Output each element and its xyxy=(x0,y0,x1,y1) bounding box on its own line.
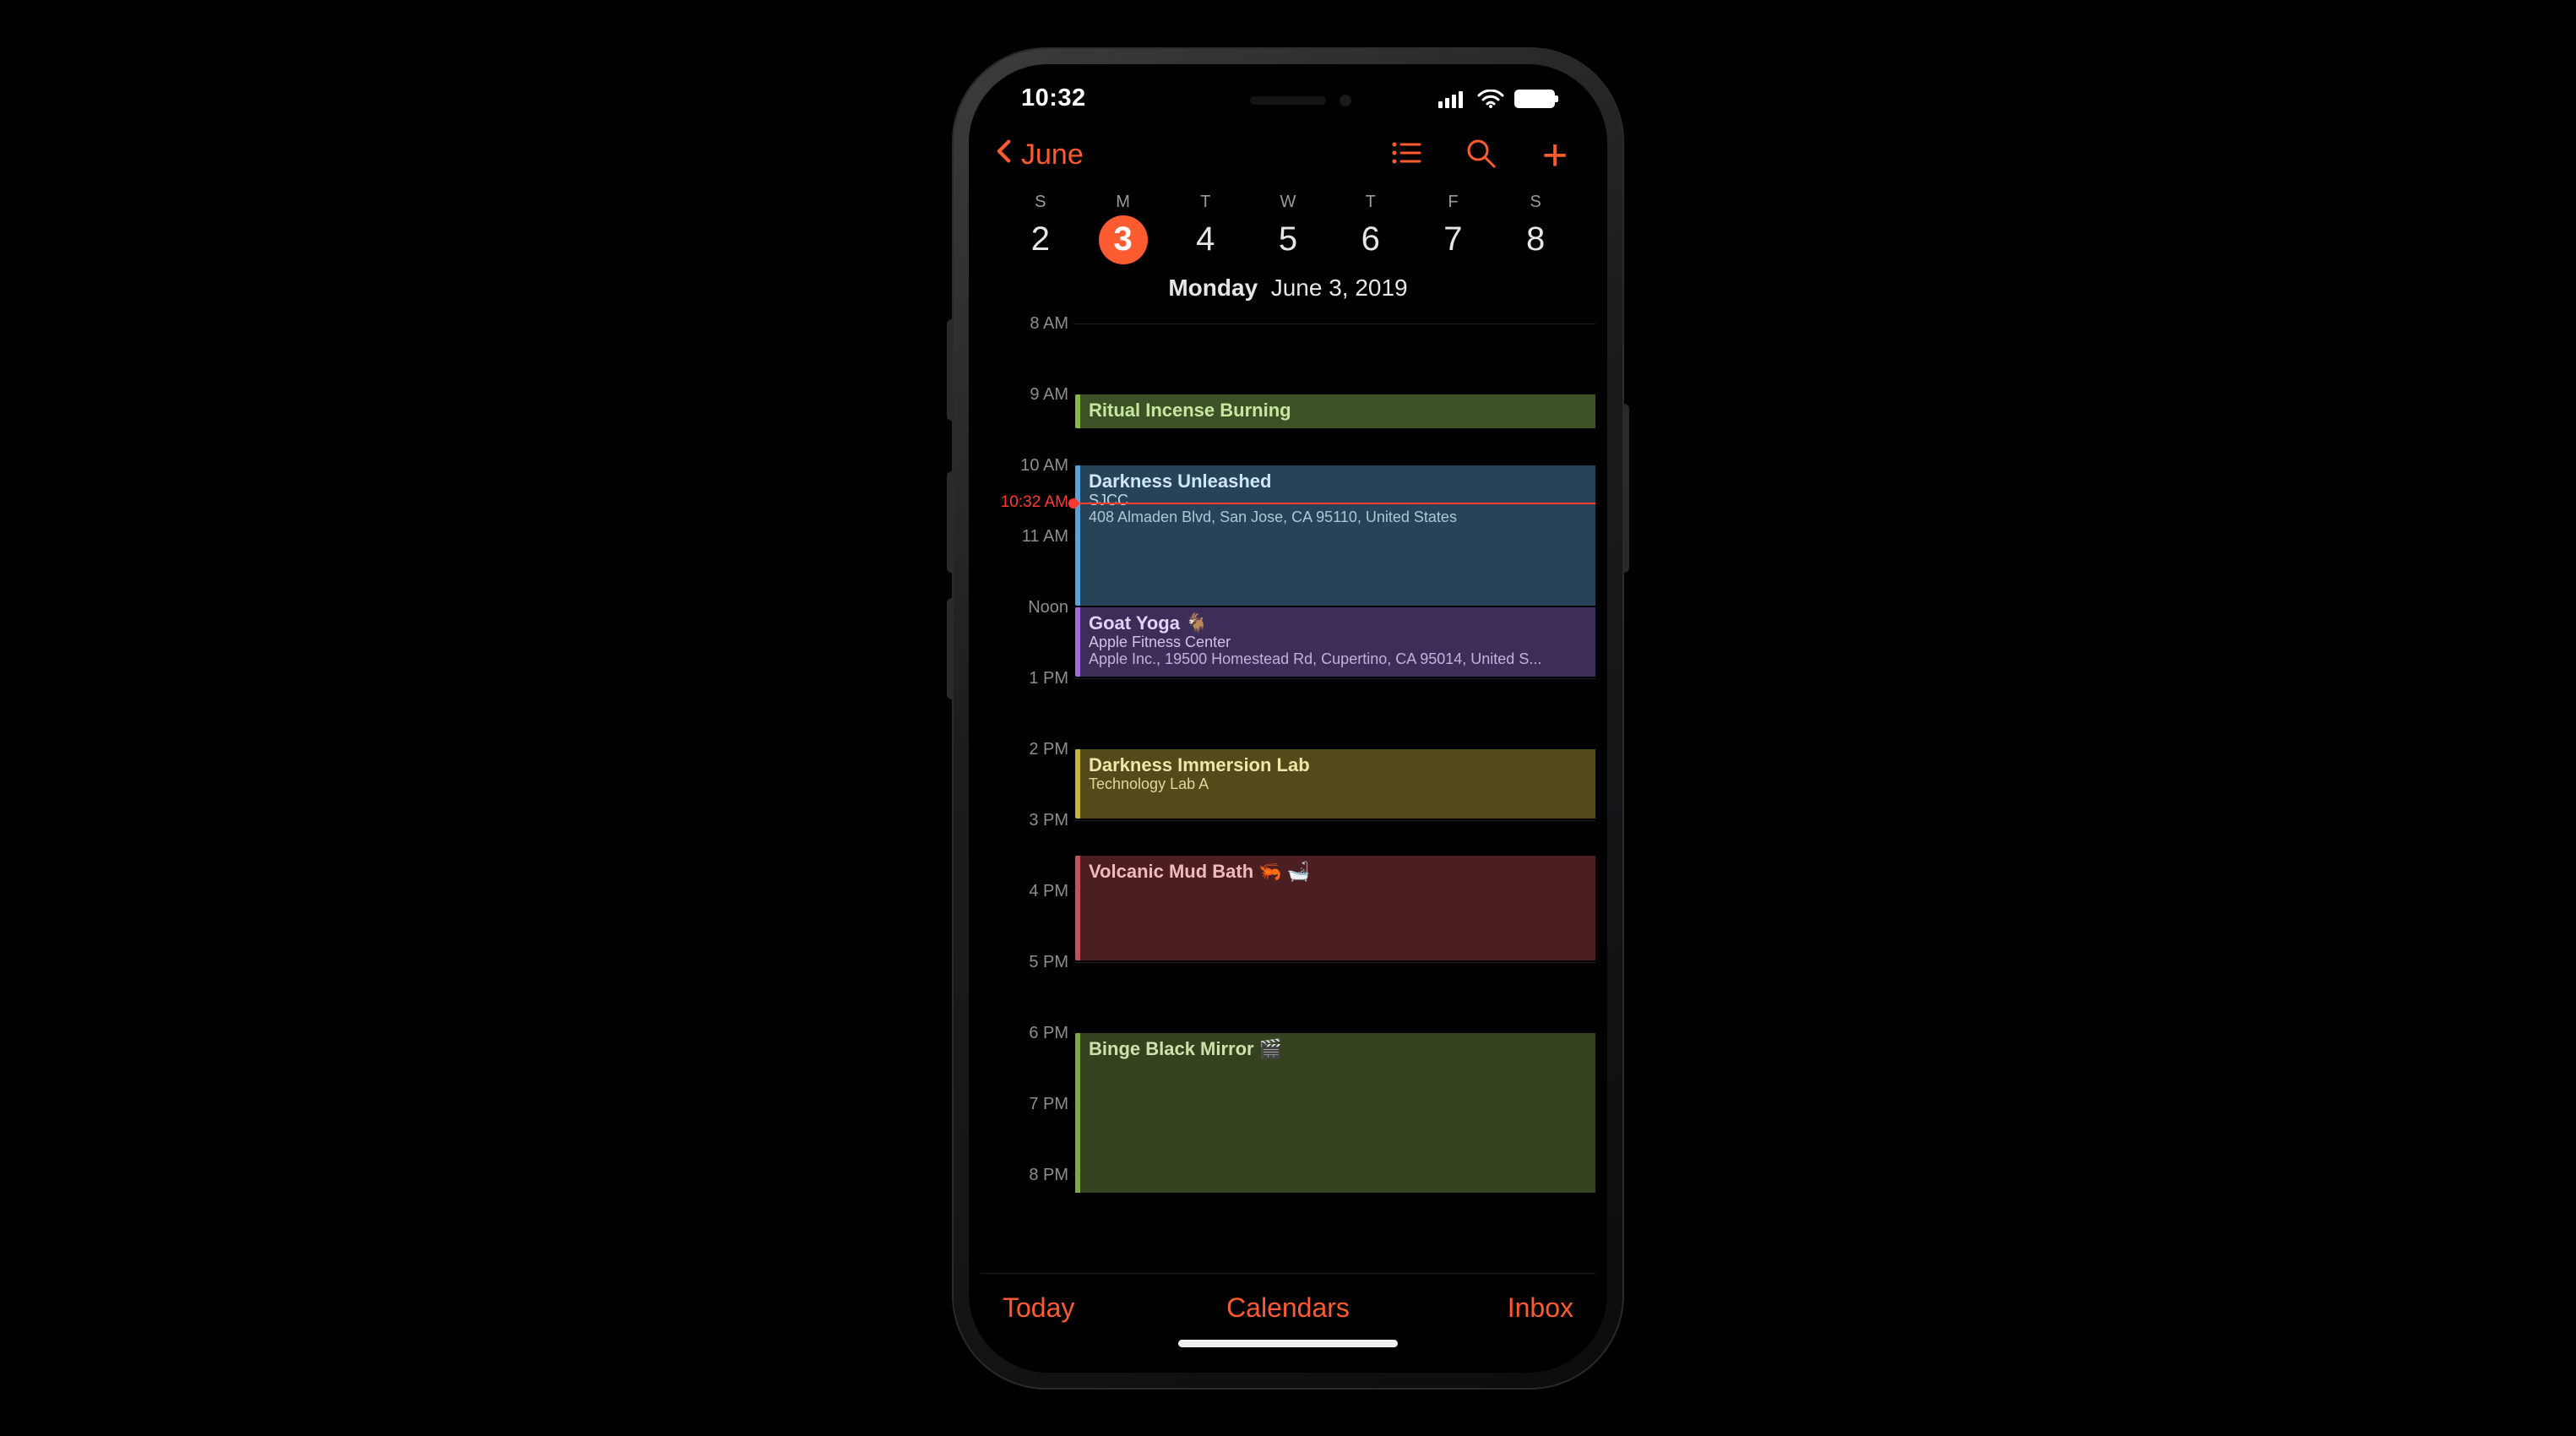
date-weekday: Monday xyxy=(1168,275,1258,301)
hour-label: 3 PM xyxy=(1029,811,1068,830)
event-location: SJCC xyxy=(1089,492,1587,509)
weekday-label: F xyxy=(1412,193,1495,212)
event-location: Technology Lab A xyxy=(1089,775,1587,793)
day-number[interactable]: 6 xyxy=(1346,215,1395,264)
status-bar: 10:32 xyxy=(981,76,1595,122)
weekday-label: M xyxy=(1082,193,1165,212)
chevron-left-icon xyxy=(991,137,1019,173)
ev-mud[interactable]: Volcanic Mud Bath 🦐 🛁 xyxy=(1075,856,1595,960)
add-event-button[interactable]: + xyxy=(1536,137,1573,174)
hour-label: 2 PM xyxy=(1029,740,1068,759)
event-title: Darkness Immersion Lab xyxy=(1089,754,1587,775)
hour-label: 5 PM xyxy=(1029,953,1068,972)
hour-label: 10 AM xyxy=(1020,456,1068,476)
timeline[interactable]: 8 AM 9 AM 10 AM 11 AM Noon 1 PM 2 PM 3 PM 4 PM 5 … xyxy=(981,310,1595,1193)
status-time: 10:32 xyxy=(1021,84,1086,112)
weekday-label: S xyxy=(999,193,1082,212)
nav-bar: June xyxy=(981,122,1595,189)
weekday-row: SMTWTFS xyxy=(981,189,1595,212)
home-indicator[interactable] xyxy=(1178,1340,1398,1347)
plus-icon: + xyxy=(1542,133,1568,177)
tab-bar: Today Calendars Inbox xyxy=(981,1273,1595,1361)
hour-label: 7 PM xyxy=(1029,1095,1068,1114)
ev-bm[interactable]: Binge Black Mirror 🎬 xyxy=(1075,1033,1595,1193)
event-location: Apple Fitness Center xyxy=(1089,634,1587,651)
day-number[interactable]: 2 xyxy=(1016,215,1065,264)
list-icon xyxy=(1389,136,1423,174)
day-number[interactable]: 4 xyxy=(1181,215,1230,264)
hour-label: 4 PM xyxy=(1029,882,1068,901)
search-button[interactable] xyxy=(1462,137,1499,174)
battery-icon xyxy=(1514,90,1555,108)
list-view-button[interactable] xyxy=(1388,137,1425,174)
weekday-label: T xyxy=(1164,193,1247,212)
tab-today[interactable]: Today xyxy=(1003,1292,1193,1324)
hour-label: 1 PM xyxy=(1029,669,1068,688)
back-label: June xyxy=(1021,139,1084,171)
hour-label: Noon xyxy=(1028,598,1068,617)
date-full: June 3, 2019 xyxy=(1271,275,1408,301)
event-title: Goat Yoga 🐐 xyxy=(1089,612,1587,634)
screen: 10:32 xyxy=(981,76,1595,1361)
hour-label: 8 PM xyxy=(1029,1166,1068,1185)
wifi-icon xyxy=(1477,90,1504,108)
back-button[interactable]: June xyxy=(991,137,1084,173)
event-title: Volcanic Mud Bath 🦐 🛁 xyxy=(1089,861,1587,882)
hour-label: 9 AM xyxy=(1030,385,1068,405)
hour-label: 8 AM xyxy=(1030,314,1068,334)
day-number[interactable]: 5 xyxy=(1264,215,1312,264)
search-icon xyxy=(1464,136,1497,174)
status-icons xyxy=(1438,90,1555,108)
weekday-label: W xyxy=(1247,193,1329,212)
ev-darkness[interactable]: Darkness UnleashedSJCC408 Almaden Blvd, … xyxy=(1075,465,1595,606)
cellular-icon xyxy=(1438,90,1467,108)
day-number[interactable]: 7 xyxy=(1428,215,1477,264)
ev-lab[interactable]: Darkness Immersion LabTechnology Lab A xyxy=(1075,749,1595,819)
hour-label: 11 AM xyxy=(1022,527,1068,547)
current-time-label: 10:32 AM xyxy=(1001,493,1068,512)
day-number[interactable]: 3 xyxy=(1099,215,1148,264)
hour-label: 6 PM xyxy=(1029,1024,1068,1043)
tab-inbox[interactable]: Inbox xyxy=(1383,1292,1573,1324)
date-title: Monday June 3, 2019 xyxy=(981,269,1595,310)
weekday-label: S xyxy=(1494,193,1577,212)
tab-calendars[interactable]: Calendars xyxy=(1193,1292,1383,1324)
ev-incense[interactable]: Ritual Incense Burning xyxy=(1075,394,1595,428)
event-title: Ritual Incense Burning xyxy=(1089,400,1587,421)
event-address: Apple Inc., 19500 Homestead Rd, Cupertin… xyxy=(1089,650,1587,668)
weekday-label: T xyxy=(1329,193,1412,212)
event-address: 408 Almaden Blvd, San Jose, CA 95110, Un… xyxy=(1089,509,1587,526)
day-number-row: 2345678 xyxy=(981,212,1595,269)
ev-goat[interactable]: Goat Yoga 🐐Apple Fitness CenterApple Inc… xyxy=(1075,607,1595,677)
iphone-frame: 10:32 xyxy=(954,49,1622,1388)
event-title: Binge Black Mirror 🎬 xyxy=(1089,1038,1587,1059)
day-number[interactable]: 8 xyxy=(1511,215,1560,264)
event-title: Darkness Unleashed xyxy=(1089,471,1587,492)
